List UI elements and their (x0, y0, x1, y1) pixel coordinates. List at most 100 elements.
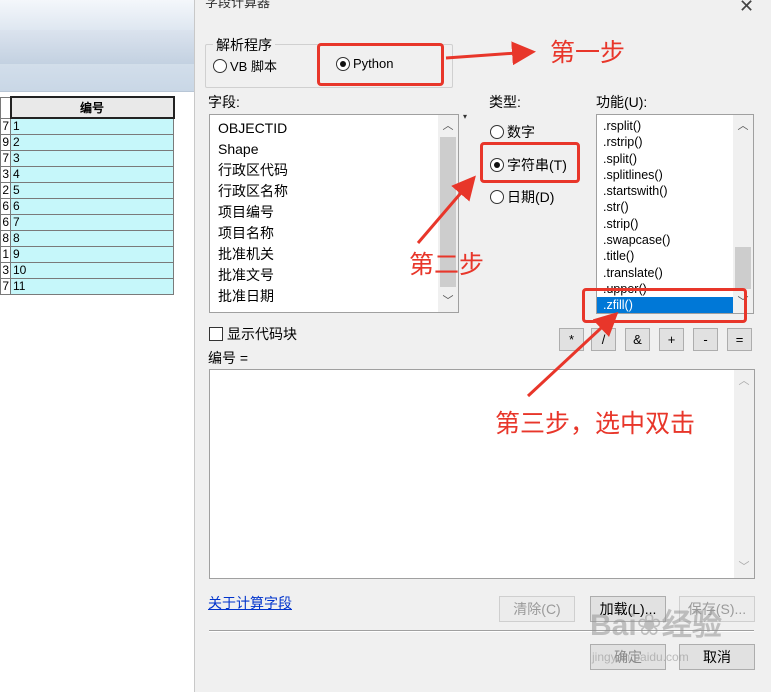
row-left-cell[interactable]: 3 (0, 165, 11, 183)
function-list-item[interactable]: .startswith() (597, 183, 753, 199)
column-header-bianhao[interactable]: 编号 (9, 96, 175, 119)
table-row[interactable]: 34 (0, 165, 174, 183)
string-highlight-box (480, 142, 580, 183)
function-list-item[interactable]: .str() (597, 199, 753, 215)
table-row[interactable]: 66 (0, 197, 174, 215)
row-left-cell[interactable]: 6 (0, 197, 11, 215)
attribute-table: 编号 7 1 9 2 7 3 3 4 2 5 6 6 6 7 8 8 1 9 3 10 7 11 (0, 96, 175, 295)
scroll-up-icon[interactable]: ︿ (733, 117, 753, 135)
row-left-cell[interactable]: 9 (0, 133, 11, 151)
row-value-cell[interactable]: 7 (10, 213, 174, 231)
field-list-item[interactable]: 项目名称 (210, 223, 458, 244)
expression-label: 编号 = (208, 350, 249, 366)
row-value-cell[interactable]: 8 (10, 229, 174, 247)
operator-multiply-button[interactable]: * (559, 328, 584, 351)
function-list-item[interactable]: .strip() (597, 216, 753, 232)
table-row[interactable]: 71 (0, 117, 174, 135)
radio-vb-script[interactable]: VB 脚本 (213, 56, 277, 75)
step3-annotation: 第三步，选中双击 (495, 410, 696, 438)
scroll-up-icon[interactable]: ︿ (438, 117, 458, 135)
expression-value (210, 370, 754, 378)
table-corner-cell (0, 96, 11, 119)
step1-annotation: 第一步 (550, 39, 626, 67)
function-list-item[interactable]: .rsplit() (597, 118, 753, 134)
table-body: 7 1 9 2 7 3 3 4 2 5 6 6 6 7 8 8 1 9 3 10 7 11 (0, 117, 174, 295)
functions-label: 功能(U): (596, 94, 648, 110)
operator-plus-button[interactable]: + (659, 328, 684, 351)
functions-scroll-thumb[interactable] (735, 247, 751, 289)
scroll-up-icon[interactable]: ︿ (734, 372, 754, 390)
function-list-item[interactable]: .rstrip() (597, 134, 753, 150)
table-row[interactable]: 3 10 (0, 261, 174, 279)
table-row[interactable]: 19 (0, 245, 174, 263)
operator-divide-button[interactable]: / (591, 328, 616, 351)
row-left-cell[interactable]: 3 (0, 261, 11, 279)
functions-scrollbar[interactable]: ︿ ﹀ (733, 115, 753, 313)
field-list-item[interactable]: 行政区名称 (210, 181, 458, 202)
close-icon[interactable]: ✕ (739, 0, 754, 17)
table-row[interactable]: 25 (0, 181, 174, 199)
operator-concat-button[interactable]: & (625, 328, 650, 351)
expression-scrollbar[interactable]: ︿ ﹀ (734, 370, 754, 578)
row-value-cell[interactable]: 1 (10, 117, 174, 135)
scroll-down-icon[interactable]: ﹀ (734, 558, 754, 576)
row-left-cell[interactable]: 6 (0, 213, 11, 231)
row-left-cell[interactable]: 7 (0, 149, 11, 167)
field-calculator-dialog: 字段计算器 ✕ 解析程序 VB 脚本 Python 字段: OBJECTID Sh… (194, 0, 771, 692)
radio-type-number[interactable]: 数字 (490, 122, 535, 142)
show-codeblock-checkbox[interactable]: 显示代码块 (209, 324, 297, 344)
radio-vb-dot[interactable] (213, 58, 227, 73)
fields-scrollbar[interactable]: ︿ ﹀ (438, 115, 458, 312)
radio-number-dot[interactable] (490, 125, 504, 139)
fields-listbox[interactable]: OBJECTID Shape 行政区代码 行政区名称 项目编号 项目名称 批准机关 批准文号批… (209, 114, 459, 313)
row-value-cell[interactable]: 3 (10, 149, 174, 167)
row-left-cell[interactable]: 7 (0, 277, 11, 295)
row-value-cell[interactable]: 4 (10, 165, 174, 183)
radio-type-date[interactable]: 日期(D) (490, 187, 554, 207)
dropdown-small-icon[interactable]: ▾ (463, 112, 467, 121)
row-value-cell[interactable]: 10 (10, 261, 174, 279)
field-list-item[interactable]: OBJECTID (210, 118, 458, 139)
field-list-item[interactable]: 项目编号 (210, 202, 458, 223)
table-row[interactable]: 73 (0, 149, 174, 167)
step2-annotation: 第二步 (409, 251, 485, 279)
clear-button[interactable]: 清除(C) (499, 596, 575, 622)
zfill-highlight-box (582, 288, 747, 323)
row-left-cell[interactable]: 1 (0, 245, 11, 263)
field-list-item[interactable]: 批准日期 (210, 286, 458, 307)
checkbox-box[interactable] (209, 327, 223, 341)
field-list-item[interactable]: Shape (210, 139, 458, 160)
table-row[interactable]: 67 (0, 213, 174, 231)
row-value-cell[interactable]: 2 (10, 133, 174, 151)
functions-listbox[interactable]: .rsplit() .rstrip() .split() .splitlines().… (596, 114, 754, 314)
scroll-down-icon[interactable]: ﹀ (438, 292, 458, 310)
row-value-cell[interactable]: 5 (10, 181, 174, 199)
row-left-cell[interactable]: 2 (0, 181, 11, 199)
operator-equals-button[interactable]: = (727, 328, 752, 351)
row-left-cell[interactable]: 7 (0, 117, 11, 135)
radio-date-dot[interactable] (490, 190, 504, 204)
row-value-cell[interactable]: 11 (10, 277, 174, 295)
function-list-item[interactable]: .title() (597, 248, 753, 264)
expression-textarea[interactable]: ︿ ﹀ (209, 369, 755, 579)
function-list-item[interactable]: .splitlines() (597, 167, 753, 183)
radio-vb-label: VB 脚本 (230, 59, 277, 74)
function-list-item[interactable]: .split() (597, 151, 753, 167)
row-left-cell[interactable]: 8 (0, 229, 11, 247)
type-label: 类型: (489, 94, 521, 110)
cancel-button[interactable]: 取消 (679, 644, 755, 670)
about-calculate-field-link[interactable]: 关于计算字段 (208, 593, 292, 613)
field-list-item[interactable]: 行政区代码 (210, 160, 458, 181)
table-row[interactable]: 88 (0, 229, 174, 247)
table-row[interactable]: 92 (0, 133, 174, 151)
row-value-cell[interactable]: 6 (10, 197, 174, 215)
radio-date-label: 日期(D) (507, 189, 555, 205)
function-list-item[interactable]: .translate() (597, 265, 753, 281)
radio-number-label: 数字 (507, 124, 535, 140)
dialog-title: 字段计算器 (205, 0, 271, 10)
table-row[interactable]: 7 11 (0, 277, 174, 295)
operator-minus-button[interactable]: - (693, 328, 718, 351)
baidu-watermark-url: jingyan.baidu.com (592, 650, 689, 664)
row-value-cell[interactable]: 9 (10, 245, 174, 263)
function-list-item[interactable]: .swapcase() (597, 232, 753, 248)
